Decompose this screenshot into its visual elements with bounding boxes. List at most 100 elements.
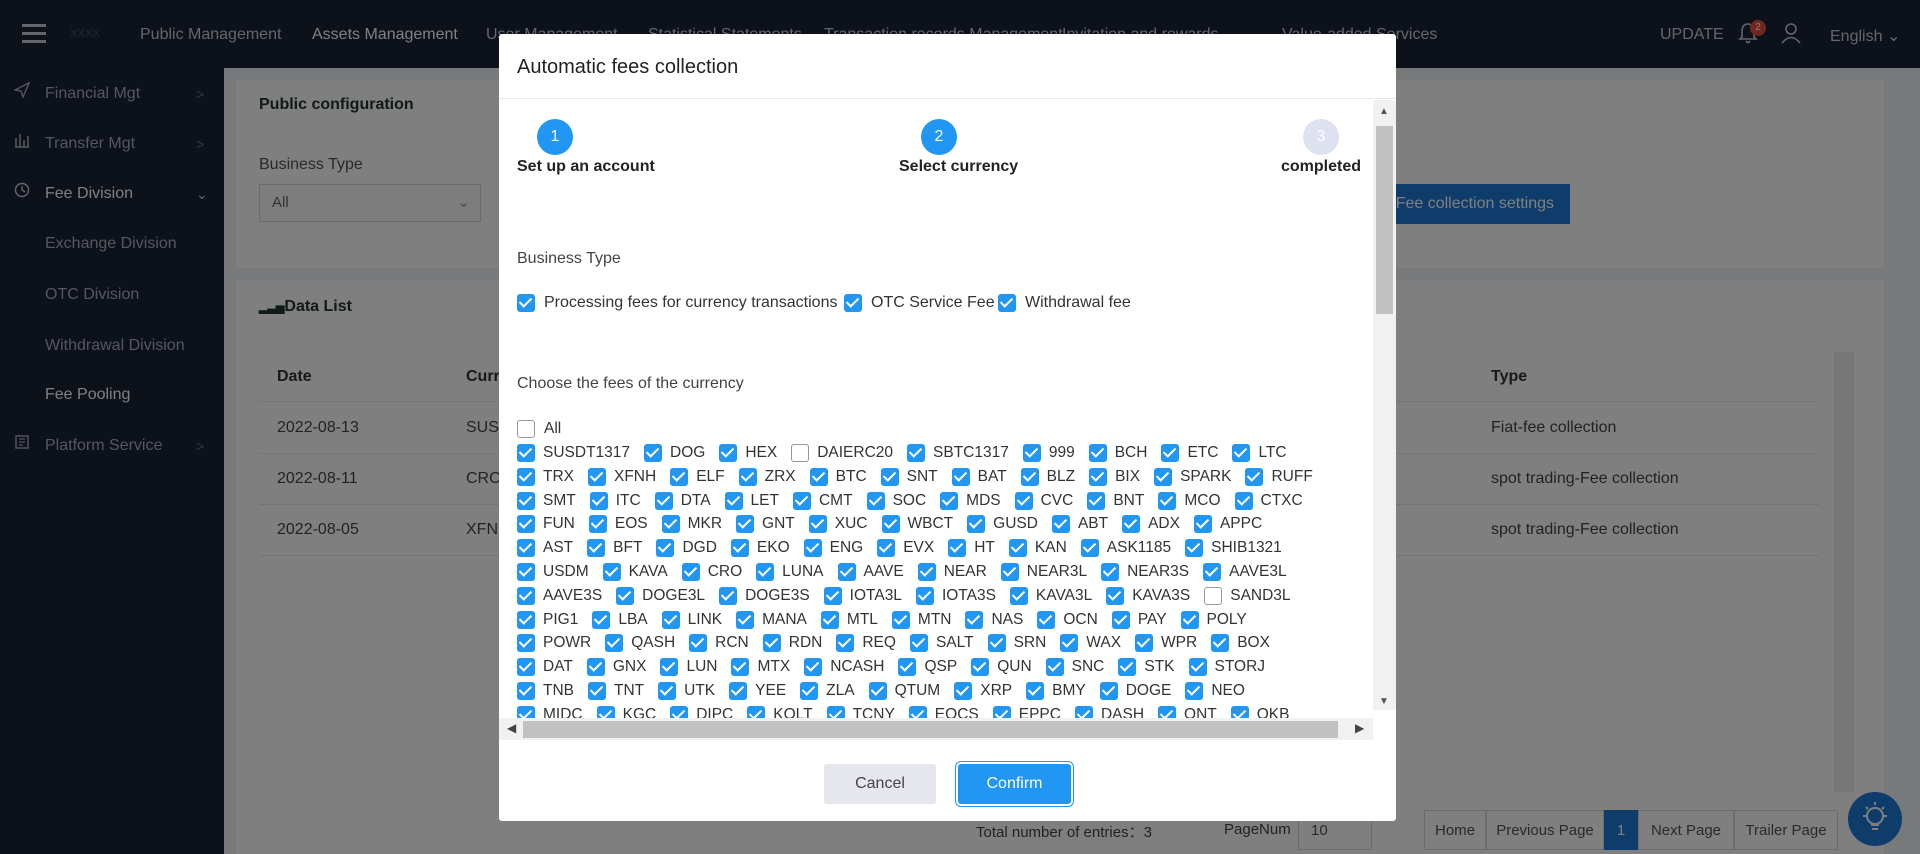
currency-checkbox[interactable]: LUNA [756, 563, 824, 581]
currency-checkbox[interactable]: DOGE [1099, 682, 1171, 700]
currency-checkbox[interactable]: CMT [792, 491, 853, 510]
currency-checkbox[interactable]: BAT [951, 467, 1007, 486]
checkbox-withdrawal-fee[interactable]: Withdrawal fee [998, 294, 1131, 314]
currency-checkbox[interactable]: KAVA3L [1009, 586, 1092, 605]
currency-checkbox[interactable]: SBTC1317 [907, 444, 1009, 462]
currency-checkbox[interactable]: GUSD [967, 515, 1038, 534]
currency-checkbox[interactable]: QTUM [868, 682, 940, 700]
currency-checkbox[interactable]: SNT [880, 467, 938, 486]
currency-checkbox[interactable]: SPARK [1154, 467, 1231, 486]
currency-checkbox[interactable]: HT [948, 539, 995, 558]
currency-checkbox[interactable]: KAVA [602, 563, 668, 581]
scrollbar-thumb[interactable] [523, 721, 1338, 738]
currency-checkbox[interactable]: ETC [1161, 444, 1218, 462]
currency-checkbox[interactable]: MANA [736, 610, 807, 629]
currency-checkbox[interactable]: MTX [731, 658, 790, 677]
currency-checkbox[interactable]: SHIB1321 [1185, 539, 1282, 558]
currency-checkbox[interactable]: SAND3L [1204, 586, 1291, 605]
currency-checkbox[interactable]: AAVE [837, 563, 904, 581]
currency-checkbox[interactable]: BTC [809, 467, 867, 486]
currency-checkbox[interactable]: WAX [1060, 634, 1121, 653]
currency-checkbox[interactable]: IOTA3S [915, 586, 996, 605]
currency-checkbox[interactable]: TNB [517, 682, 574, 700]
currency-checkbox[interactable]: AST [517, 539, 573, 558]
currency-checkbox[interactable]: QSP [898, 658, 957, 677]
currency-checkbox[interactable]: SNC [1045, 658, 1104, 677]
currency-checkbox[interactable]: NCASH [804, 658, 884, 677]
scroll-down-arrow-icon[interactable]: ▼ [1379, 696, 1389, 707]
currency-checkbox[interactable]: XUC [808, 515, 868, 534]
currency-checkbox[interactable]: MDS [940, 491, 1001, 510]
currency-checkbox[interactable]: DOGE3L [616, 586, 705, 605]
currency-checkbox[interactable]: TRX [517, 467, 574, 486]
currency-checkbox[interactable]: IOTA3L [823, 586, 902, 605]
currency-checkbox[interactable]: ABT [1051, 515, 1108, 534]
currency-checkbox[interactable]: MKR [661, 515, 722, 534]
scroll-left-arrow-icon[interactable]: ◀ [507, 721, 516, 735]
checkbox-otc-service-fee[interactable]: OTC Service Fee [844, 294, 995, 314]
currency-checkbox[interactable]: PAY [1111, 610, 1167, 629]
scrollbar-thumb[interactable] [1376, 126, 1393, 314]
currency-checkbox[interactable]: SMT [517, 491, 576, 510]
currency-checkbox[interactable]: EVX [877, 539, 934, 558]
currency-checkbox[interactable]: MTN [891, 610, 951, 629]
currency-checkbox[interactable]: DAT [517, 658, 573, 677]
currency-checkbox[interactable]: LET [724, 491, 779, 510]
currency-checkbox[interactable]: BNT [1087, 491, 1144, 510]
currency-checkbox[interactable]: TNT [588, 682, 644, 700]
currency-checkbox[interactable]: POWR [517, 634, 591, 653]
currency-checkbox[interactable]: KAVA3S [1106, 586, 1190, 605]
currency-checkbox[interactable]: NEAR3S [1101, 563, 1189, 581]
currency-checkbox[interactable]: YEE [729, 682, 786, 700]
currency-checkbox[interactable]: LUN [660, 658, 717, 677]
currency-checkbox[interactable]: GNX [586, 658, 646, 677]
currency-checkbox[interactable]: QASH [605, 634, 675, 653]
currency-checkbox[interactable]: NAS [965, 610, 1023, 629]
currency-checkbox[interactable]: QUN [971, 658, 1032, 677]
checkbox-processing-fees[interactable]: Processing fees for currency transaction… [517, 294, 837, 314]
currency-checkbox[interactable]: CRO [681, 563, 742, 581]
currency-checkbox[interactable]: RUFF [1245, 467, 1313, 486]
currency-checkbox[interactable]: SALT [909, 634, 974, 653]
currency-checkbox[interactable]: ADX [1122, 515, 1180, 534]
currency-checkbox[interactable]: BIX [1089, 467, 1140, 486]
currency-checkbox[interactable]: AAVE3L [1203, 563, 1287, 581]
currency-checkbox[interactable]: UTK [658, 682, 715, 700]
currency-checkbox[interactable]: LINK [661, 610, 722, 629]
currency-checkbox[interactable]: DTA [654, 491, 711, 510]
currency-checkbox[interactable]: NEAR [917, 563, 987, 581]
currency-checkbox[interactable]: EKO [730, 539, 790, 558]
currency-checkbox[interactable]: APPC [1193, 515, 1262, 534]
currency-checkbox[interactable]: SOC [866, 491, 926, 510]
scroll-right-arrow-icon[interactable]: ▶ [1355, 721, 1364, 735]
currency-checkbox[interactable]: NEO [1185, 682, 1245, 700]
currency-checkbox[interactable]: STORJ [1188, 658, 1265, 677]
vertical-scrollbar[interactable]: ▲ ▼ [1373, 100, 1396, 710]
currency-checkbox[interactable]: KAN [1008, 539, 1067, 558]
currency-checkbox[interactable]: WPR [1135, 634, 1197, 653]
currency-checkbox[interactable]: EOS [588, 515, 648, 534]
checkbox-all[interactable]: All [517, 420, 561, 440]
currency-checkbox[interactable]: GNT [736, 515, 795, 534]
currency-checkbox[interactable]: WBCT [881, 515, 953, 534]
horizontal-scrollbar[interactable]: ◀ ▶ [499, 718, 1373, 740]
currency-checkbox[interactable]: OCN [1037, 610, 1098, 629]
currency-checkbox[interactable]: ZLA [800, 682, 855, 700]
currency-checkbox[interactable]: BOX [1211, 634, 1270, 653]
currency-checkbox[interactable]: REQ [836, 634, 896, 653]
currency-checkbox[interactable]: BCH [1088, 444, 1147, 462]
currency-checkbox[interactable]: ASK1185 [1080, 539, 1171, 558]
currency-checkbox[interactable]: DOG [644, 444, 705, 462]
currency-checkbox[interactable]: MCO [1158, 491, 1221, 510]
currency-checkbox[interactable]: XFNH [588, 467, 656, 486]
currency-checkbox[interactable]: BMY [1026, 682, 1086, 700]
currency-checkbox[interactable]: CVC [1014, 491, 1073, 510]
currency-checkbox[interactable]: CTXC [1234, 491, 1303, 510]
currency-checkbox[interactable]: NEAR3L [1000, 563, 1087, 581]
currency-checkbox[interactable]: FUN [517, 515, 575, 534]
currency-checkbox[interactable]: XRP [954, 682, 1012, 700]
currency-checkbox[interactable]: SRN [987, 634, 1046, 653]
currency-checkbox[interactable]: PIG1 [517, 610, 578, 629]
currency-checkbox[interactable]: HEX [719, 444, 777, 462]
currency-checkbox[interactable]: 999 [1022, 444, 1075, 462]
